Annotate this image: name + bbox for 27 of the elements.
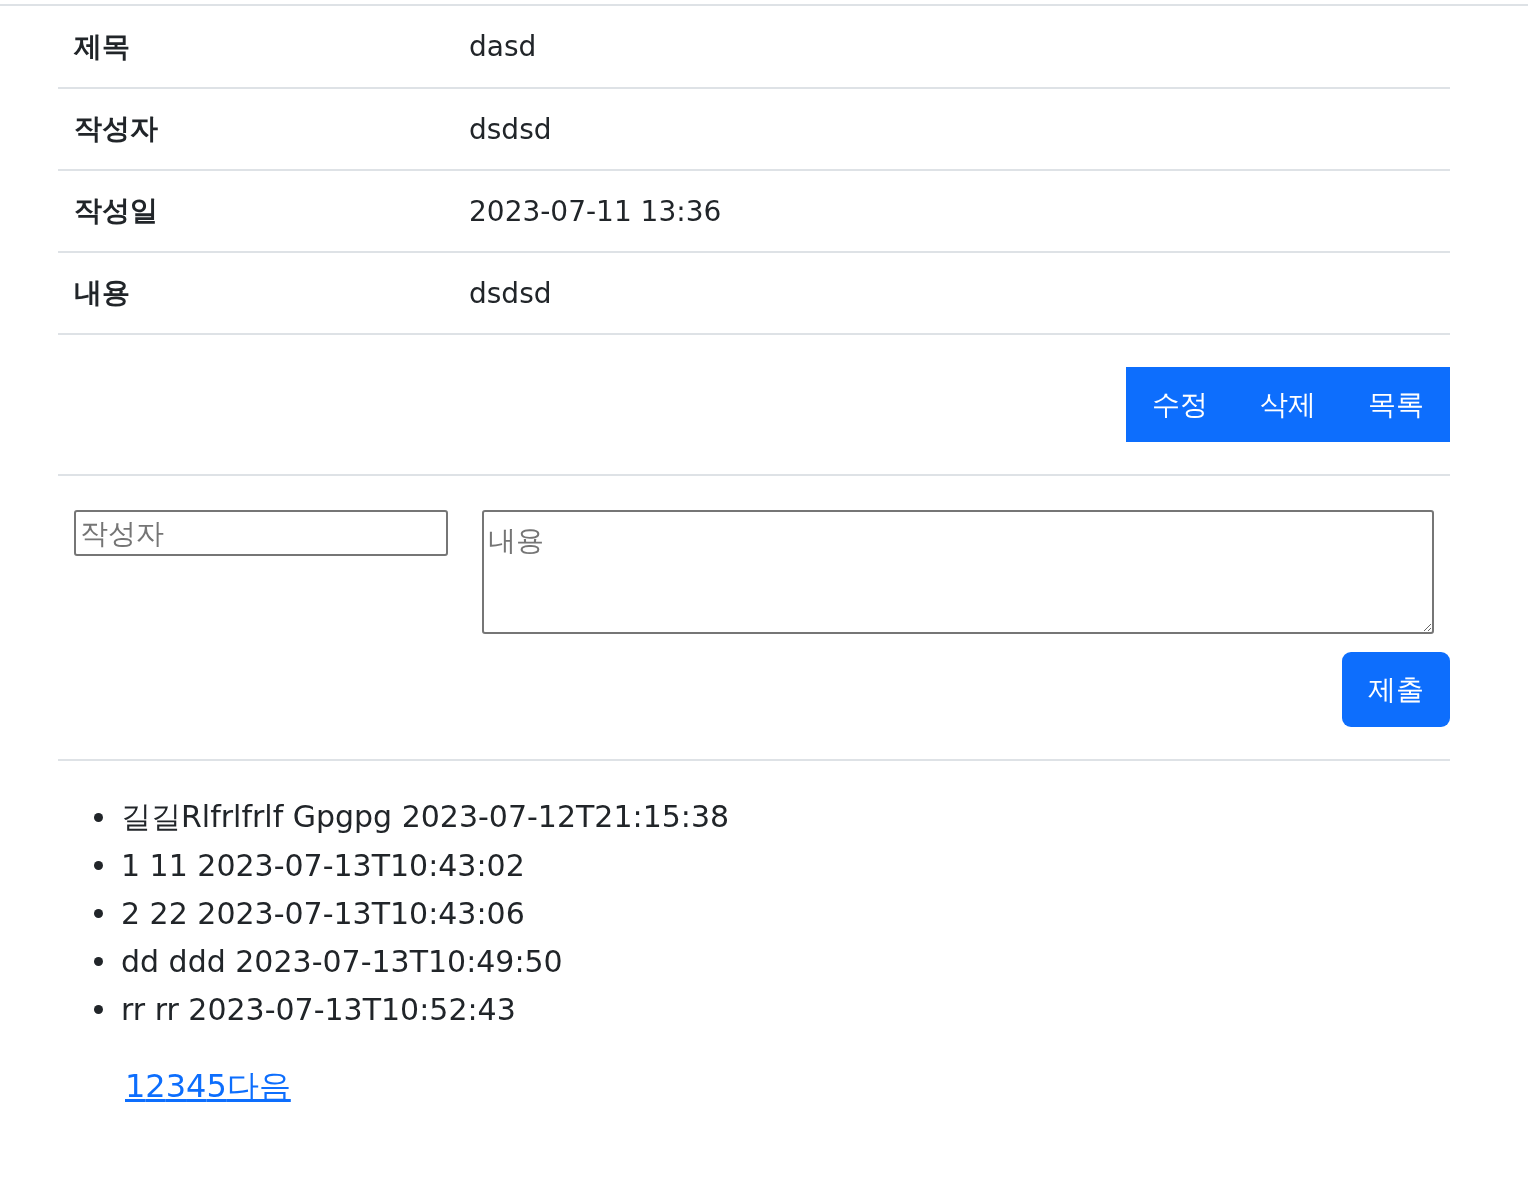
bullet-icon: [94, 1004, 103, 1014]
bullet-icon: [94, 860, 103, 870]
field-value: dasd: [468, 6, 1450, 88]
page-link[interactable]: 2: [145, 1067, 166, 1105]
comment-text: 길길Rlfrlfrlf Gpgpg 2023-07-12T21:15:38: [121, 797, 730, 836]
page-link[interactable]: 3: [165, 1067, 187, 1105]
content-field[interactable]: 내용: [482, 510, 1434, 634]
field-value: dsdsd: [468, 252, 1450, 334]
comment-text: 2 22 2023-07-13T10:43:06: [121, 895, 525, 931]
comment-text: rr rr 2023-07-13T10:52:43: [121, 991, 516, 1027]
field-label: 내용: [58, 252, 468, 334]
comment-text: dd ddd 2023-07-13T10:49:50: [121, 943, 563, 979]
bullet-icon: [94, 908, 103, 918]
comment-text: 1 11 2023-07-13T10:43:02: [121, 847, 525, 883]
field-label: 제목: [58, 6, 468, 88]
bullet-icon: [94, 812, 103, 822]
page-link[interactable]: 5: [206, 1067, 227, 1105]
page-link[interactable]: 4: [186, 1067, 207, 1105]
page-link[interactable]: 1: [125, 1067, 146, 1105]
field-label: 작성자: [58, 88, 468, 170]
field-value: 2023-07-11 13:36: [468, 170, 1450, 252]
field-value: dsdsd: [468, 88, 1450, 170]
field-label: 작성일: [58, 170, 468, 252]
author-field[interactable]: 작성자: [74, 510, 448, 556]
submit-button[interactable]: 제출: [1342, 652, 1450, 727]
page-link[interactable]: 다음: [226, 1067, 291, 1105]
bullet-icon: [94, 956, 103, 966]
